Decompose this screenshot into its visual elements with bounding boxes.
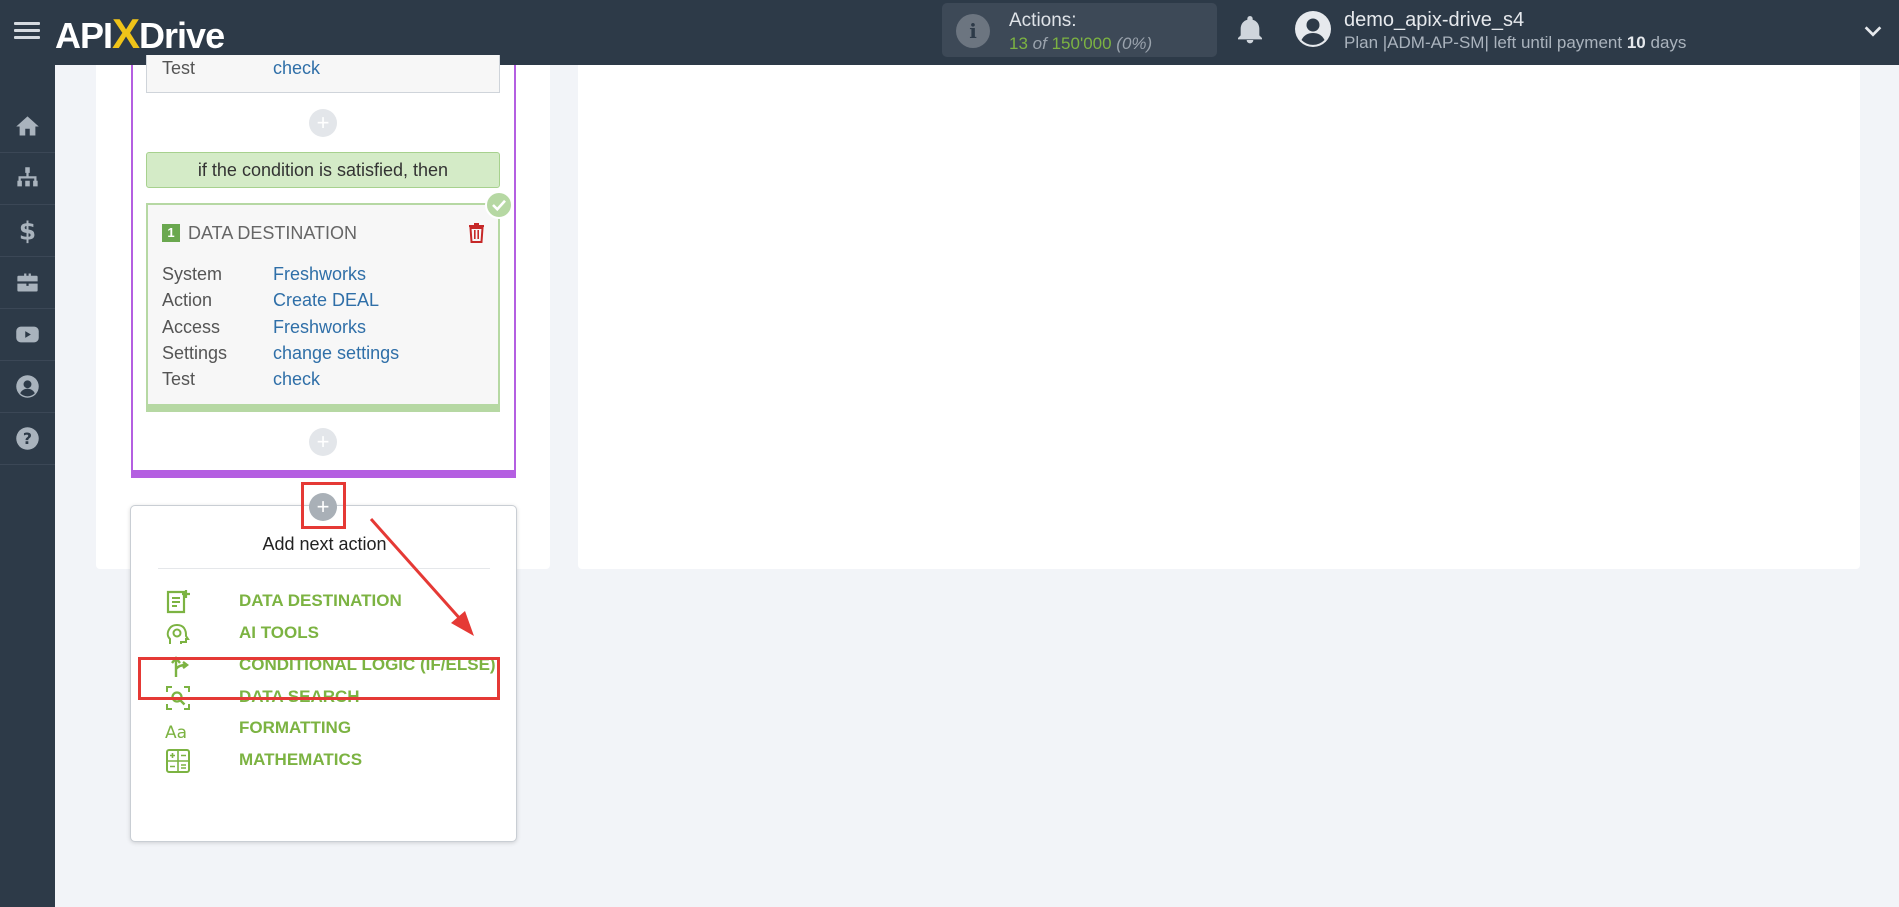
sidebar-item-billing[interactable]: $ (0, 205, 55, 257)
bell-icon[interactable] (1234, 14, 1266, 46)
logo-drive-text: Drive (139, 15, 225, 56)
sidebar-item-videos[interactable] (0, 309, 55, 361)
youtube-icon (16, 326, 39, 343)
step-number: 1 (162, 224, 180, 242)
logo-x-text: X (112, 10, 140, 57)
actions-label: Actions: (1009, 10, 1077, 31)
formatting-icon: Aa (165, 723, 187, 743)
svg-text:$: $ (19, 217, 36, 244)
logo-api-text: API (55, 15, 113, 56)
row-key: Action (162, 290, 213, 310)
plan-info: Plan |ADM-AP-SM| left until payment 10 d… (1344, 33, 1686, 53)
home-icon (16, 116, 39, 136)
row-key: Test (162, 369, 196, 389)
highlight-add-button (301, 482, 346, 529)
trash-icon[interactable] (468, 223, 485, 243)
plan-days: 10 (1626, 33, 1646, 52)
actions-of: of (1032, 34, 1047, 53)
actions-percent: (0%) (1116, 34, 1153, 53)
previous-step-card: Test check (146, 55, 500, 93)
sidebar-item-services[interactable] (0, 257, 55, 309)
ai-tools-icon (166, 624, 190, 644)
row-link[interactable]: Create DEAL (273, 290, 379, 311)
sidebar-item-home[interactable] (0, 101, 55, 153)
check-icon (485, 191, 513, 219)
user-circle-icon (16, 375, 39, 398)
card-title: DATA DESTINATION (188, 223, 358, 243)
row-key: Access (162, 317, 221, 337)
menu-item-mathematics[interactable]: MATHEMATICS (164, 746, 362, 776)
add-step-button[interactable]: + (309, 109, 337, 137)
row-key: System (162, 264, 223, 284)
condition-banner: if the condition is satisfied, then (146, 152, 500, 188)
user-avatar-icon[interactable] (1295, 11, 1331, 47)
sidebar-item-help[interactable]: ? (0, 413, 55, 465)
menu-item-label: DATA DESTINATION (239, 591, 402, 610)
row-key: Test (162, 58, 196, 78)
actions-used: 13 (1009, 34, 1028, 53)
plan-text: Plan |ADM-AP-SM| left until payment (1344, 33, 1623, 52)
menu-item-label: AI TOOLS (239, 623, 319, 642)
data-destination-icon (166, 590, 190, 614)
actions-counter[interactable]: i Actions: 13 of 150'000 (0%) (942, 3, 1217, 57)
row-link[interactable]: Freshworks (273, 317, 366, 338)
mathematics-icon (166, 749, 190, 773)
highlight-conditional-logic (138, 657, 500, 700)
actions-value: 13 of 150'000 (0%) (1009, 34, 1152, 54)
info-icon: i (956, 14, 990, 48)
menu-item-data-destination[interactable]: DATA DESTINATION (164, 587, 402, 617)
menu-item-label: MATHEMATICS (239, 750, 363, 769)
row-link[interactable]: check (273, 58, 320, 79)
briefcase-icon (17, 273, 38, 292)
row-key: Settings (162, 343, 228, 363)
menu-toggle-icon[interactable] (14, 18, 40, 44)
apix-drive-logo[interactable]: APIXDrive (55, 10, 225, 58)
sidebar-item-connections[interactable] (0, 153, 55, 205)
svg-text:Aa: Aa (165, 723, 187, 743)
data-destination-card[interactable]: 1 DATA DESTINATION System Freshworks Act… (146, 203, 500, 412)
sidebar: $ ? (0, 65, 55, 907)
row-link[interactable]: Freshworks (273, 264, 366, 285)
chevron-down-icon[interactable] (1862, 20, 1884, 42)
menu-item-ai-tools[interactable]: AI TOOLS (164, 619, 319, 649)
sitemap-icon (17, 167, 38, 187)
user-name[interactable]: demo_apix-drive_s4 (1344, 9, 1524, 32)
divider (158, 568, 490, 569)
menu-title: Add next action (262, 534, 387, 554)
help-icon: ? (16, 427, 39, 450)
dollar-icon: $ (19, 217, 36, 244)
row-link[interactable]: check (273, 369, 320, 390)
row-link[interactable]: change settings (273, 343, 399, 364)
svg-text:?: ? (23, 429, 32, 448)
menu-item-formatting[interactable]: Aa FORMATTING (164, 714, 351, 744)
add-step-button[interactable]: + (309, 428, 337, 456)
menu-item-label: FORMATTING (239, 718, 352, 737)
plan-days-unit: days (1650, 33, 1687, 52)
sidebar-item-profile[interactable] (0, 361, 55, 413)
actions-total: 150'000 (1051, 34, 1112, 53)
details-panel (578, 65, 1860, 569)
